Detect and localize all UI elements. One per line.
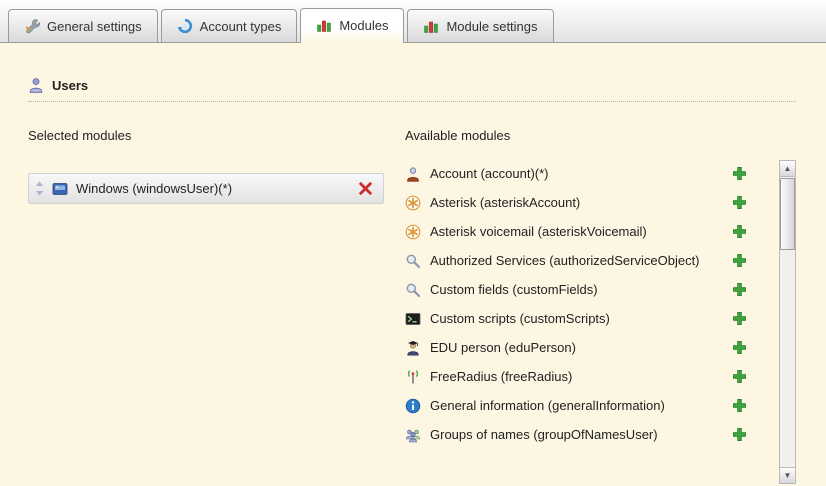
available-modules-list: Account (account)(*) Aster	[405, 159, 796, 449]
available-module-label: General information (generalInformation)	[430, 398, 665, 413]
plus-icon[interactable]	[730, 310, 748, 328]
available-module-row: FreeRadius (freeRadius)	[405, 362, 748, 391]
plus-icon[interactable]	[730, 223, 748, 241]
available-module-row: Groups of names (groupOfNamesUser)	[405, 420, 748, 449]
available-module-row: General information (generalInformation)	[405, 391, 748, 420]
asterisk-icon	[405, 195, 421, 211]
asterisk-icon	[405, 224, 421, 240]
module-columns: Selected modules Windows (windowsUser)(	[28, 128, 796, 449]
edu-person-icon	[405, 340, 421, 356]
available-module-label: Asterisk (asteriskAccount)	[430, 195, 580, 210]
plus-icon[interactable]	[730, 368, 748, 386]
windows-module-icon	[52, 181, 68, 197]
content-panel: Users Selected modules	[0, 43, 826, 486]
user-icon	[28, 77, 44, 93]
magnifier-icon	[405, 253, 421, 269]
available-module-row: Custom fields (customFields)	[405, 275, 748, 304]
scrollbar-track[interactable]	[780, 177, 795, 467]
scrollbar[interactable]: ▲ ▼	[779, 160, 796, 484]
info-icon	[405, 398, 421, 414]
available-module-label: FreeRadius (freeRadius)	[430, 369, 572, 384]
available-module-label: Custom scripts (customScripts)	[430, 311, 610, 326]
tab-label: Modules	[339, 18, 388, 33]
available-module-row: Account (account)(*)	[405, 159, 748, 188]
selected-modules-heading: Selected modules	[28, 128, 405, 143]
magnifier-icon	[405, 282, 421, 298]
plus-icon[interactable]	[730, 194, 748, 212]
refresh-gear-icon	[177, 18, 193, 34]
selected-module-label: Windows (windowsUser)(*)	[76, 181, 348, 196]
terminal-icon	[405, 311, 421, 327]
drag-handle-icon[interactable]	[35, 181, 44, 196]
groups-icon	[405, 427, 421, 443]
scroll-up-arrow-icon[interactable]: ▲	[780, 161, 795, 177]
modules-icon	[316, 17, 332, 33]
available-module-label: Groups of names (groupOfNamesUser)	[430, 427, 658, 442]
tab-module-settings[interactable]: Module settings	[407, 9, 553, 42]
available-modules-heading: Available modules	[405, 128, 796, 143]
tab-label: Module settings	[446, 19, 537, 34]
tab-label: Account types	[200, 19, 282, 34]
available-modules-column: Available modules Account (account)(*)	[405, 128, 796, 449]
available-module-row: Asterisk voicemail (asteriskVoicemail)	[405, 217, 748, 246]
tools-icon	[24, 18, 40, 34]
plus-icon[interactable]	[730, 165, 748, 183]
plus-icon[interactable]	[730, 426, 748, 444]
available-module-label: EDU person (eduPerson)	[430, 340, 576, 355]
account-icon	[405, 166, 421, 182]
antenna-icon	[405, 369, 421, 385]
delete-x-icon[interactable]	[356, 180, 374, 198]
available-module-label: Custom fields (customFields)	[430, 282, 598, 297]
available-module-label: Asterisk voicemail (asteriskVoicemail)	[430, 224, 647, 239]
tab-modules[interactable]: Modules	[300, 8, 404, 43]
selected-module-row[interactable]: Windows (windowsUser)(*)	[28, 173, 384, 204]
scrollbar-thumb[interactable]	[780, 178, 795, 250]
available-module-label: Authorized Services (authorizedServiceOb…	[430, 253, 700, 268]
selected-modules-column: Selected modules Windows (windowsUser)(	[28, 128, 405, 449]
available-module-label: Account (account)(*)	[430, 166, 549, 181]
plus-icon[interactable]	[730, 252, 748, 270]
tab-general-settings[interactable]: General settings	[8, 9, 158, 42]
available-module-row: EDU person (eduPerson)	[405, 333, 748, 362]
tab-label: General settings	[47, 19, 142, 34]
module-settings-icon	[423, 18, 439, 34]
tab-bar: General settings Account types Modules	[0, 0, 826, 43]
section-title: Users	[52, 78, 88, 93]
available-module-row: Custom scripts (customScripts)	[405, 304, 748, 333]
plus-icon[interactable]	[730, 281, 748, 299]
tab-account-types[interactable]: Account types	[161, 9, 298, 42]
plus-icon[interactable]	[730, 397, 748, 415]
users-section-header: Users	[28, 77, 796, 102]
available-module-row: Asterisk (asteriskAccount)	[405, 188, 748, 217]
plus-icon[interactable]	[730, 339, 748, 357]
available-module-row: Authorized Services (authorizedServiceOb…	[405, 246, 748, 275]
scroll-down-arrow-icon[interactable]: ▼	[780, 467, 795, 483]
